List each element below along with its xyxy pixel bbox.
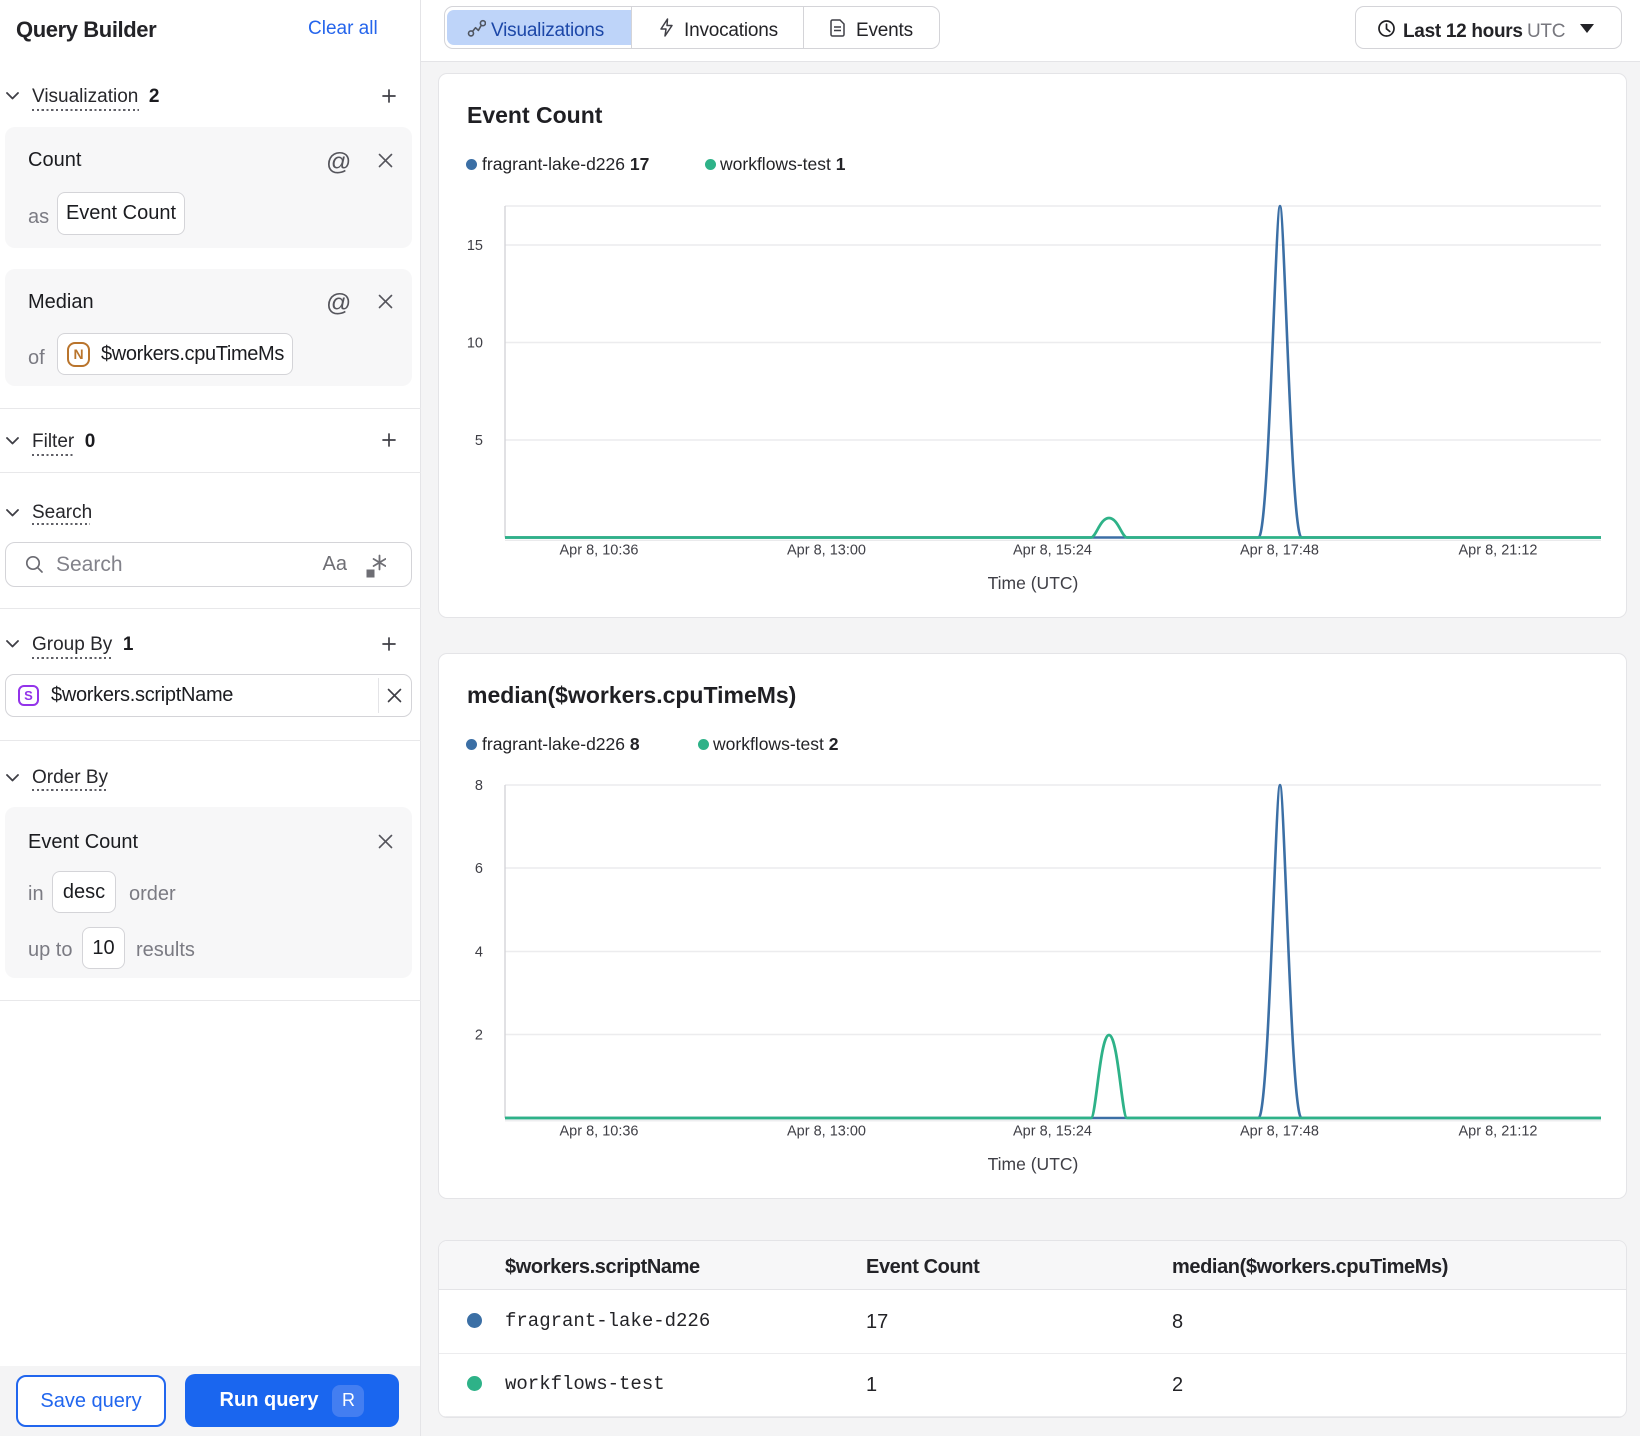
svg-text:Apr 8, 17:48: Apr 8, 17:48 <box>1240 1124 1319 1140</box>
svg-text:Time (UTC): Time (UTC) <box>988 1154 1079 1174</box>
svg-text:Apr 8, 10:36: Apr 8, 10:36 <box>560 543 639 559</box>
svg-text:Apr 8, 15:24: Apr 8, 15:24 <box>1013 543 1092 559</box>
svg-text:Apr 8, 13:00: Apr 8, 13:00 <box>787 543 866 559</box>
svg-text:Apr 8, 10:36: Apr 8, 10:36 <box>560 1124 639 1140</box>
svg-text:4: 4 <box>475 945 483 961</box>
svg-text:Apr 8, 21:12: Apr 8, 21:12 <box>1459 543 1538 559</box>
svg-text:15: 15 <box>467 238 483 254</box>
svg-text:Apr 8, 21:12: Apr 8, 21:12 <box>1459 1124 1538 1140</box>
svg-text:8: 8 <box>475 778 483 794</box>
svg-text:Apr 8, 13:00: Apr 8, 13:00 <box>787 1124 866 1140</box>
svg-text:10: 10 <box>467 336 483 352</box>
svg-text:2: 2 <box>475 1028 483 1044</box>
svg-text:Time (UTC): Time (UTC) <box>988 573 1079 593</box>
svg-text:5: 5 <box>475 433 483 449</box>
svg-text:Apr 8, 15:24: Apr 8, 15:24 <box>1013 1124 1092 1140</box>
svg-text:6: 6 <box>475 861 483 877</box>
svg-text:Apr 8, 17:48: Apr 8, 17:48 <box>1240 543 1319 559</box>
